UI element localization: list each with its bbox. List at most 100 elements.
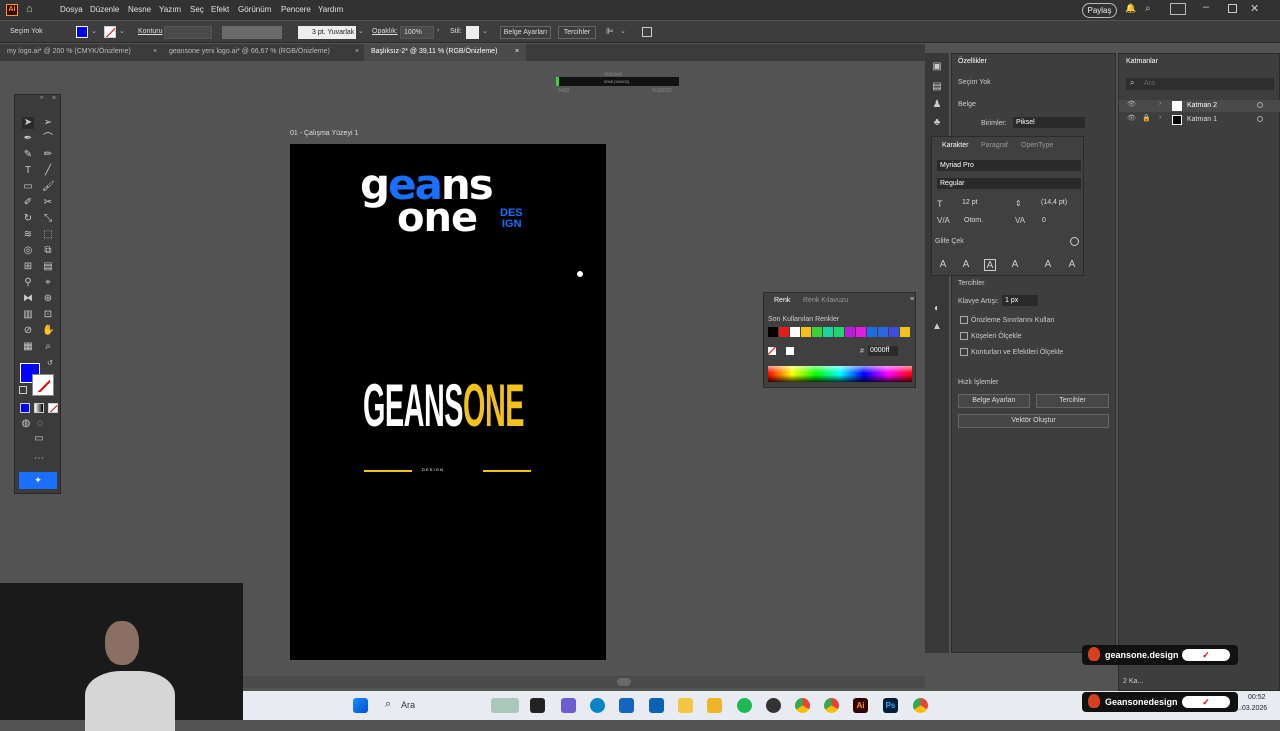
white-swatch[interactable] [786, 347, 794, 355]
vectorize-button[interactable]: Vektör Oluştur [958, 414, 1109, 428]
print-tiling-icon[interactable]: ▦ [22, 341, 34, 353]
notification-icon[interactable]: 🔔 [1125, 3, 1136, 14]
chevron-right-icon[interactable]: › [437, 27, 439, 34]
task-view-icon[interactable] [530, 698, 545, 713]
panel-title[interactable]: Özellikler [958, 58, 987, 65]
close-icon[interactable]: × [52, 95, 56, 102]
pen-tool-icon[interactable]: ✒ [22, 133, 34, 145]
chevron-down-icon[interactable]: ⌄ [119, 27, 125, 35]
snap-xheight-icon[interactable]: A [960, 259, 972, 271]
store-icon[interactable] [619, 698, 634, 713]
close-icon[interactable]: ✕ [1250, 2, 1259, 15]
maximize-icon[interactable] [1228, 4, 1237, 13]
clock-time[interactable]: 00:52 [1248, 694, 1266, 701]
chevron-right-icon[interactable]: › [1159, 114, 1161, 121]
libraries-icon[interactable]: ▤ [931, 81, 943, 93]
tab-color[interactable]: Renk [774, 297, 790, 304]
color-mode-icon[interactable] [20, 403, 30, 413]
recent-color-swatch[interactable] [845, 327, 855, 337]
lock-icon[interactable]: 🔒 [1142, 114, 1151, 122]
puppet-icon[interactable]: ♟ [931, 99, 943, 111]
search-icon[interactable]: ⌕ [1145, 3, 1151, 14]
pencil-tool-icon[interactable]: ✏ [42, 149, 54, 161]
tab-character[interactable]: Karakter [942, 142, 968, 149]
logo-geansone-primary[interactable]: geans one DES IGN [360, 164, 535, 244]
direct-selection-tool-icon[interactable]: ➢ [42, 117, 54, 129]
menu-help[interactable]: Yardım [318, 5, 343, 14]
free-transform-tool-icon[interactable]: ⬚ [42, 229, 54, 241]
spectrum-bar[interactable] [768, 366, 912, 382]
preferences-button[interactable]: Tercihler [1036, 394, 1109, 408]
more-tools-icon[interactable]: ⋯ [33, 453, 45, 465]
arrange-icon[interactable] [1170, 3, 1186, 15]
draw-mode-icon[interactable]: ◍ [20, 418, 32, 430]
hand-tool-icon[interactable]: ✋ [42, 325, 54, 337]
search-icon[interactable]: ⌕ [385, 698, 391, 711]
scroll-thumb[interactable] [617, 678, 631, 686]
tracking-input[interactable]: 0 [1042, 217, 1046, 224]
app-logo-icon[interactable]: Ai [6, 4, 18, 16]
paintbrush-tool-icon[interactable]: 🖌 [42, 181, 55, 193]
scale-corners-checkbox[interactable] [960, 332, 968, 340]
recent-color-swatch[interactable] [867, 327, 877, 337]
opacity-input[interactable]: 100% [400, 26, 434, 39]
share-button[interactable]: Paylaş [1082, 3, 1117, 18]
snap-baseline-icon[interactable]: A [937, 259, 949, 271]
menu-type[interactable]: Yazım [159, 5, 181, 14]
stroke-weight-stepper[interactable] [164, 26, 212, 39]
snap-bounds-icon[interactable]: A [984, 259, 996, 271]
app-icon[interactable] [766, 698, 781, 713]
font-size-input[interactable]: 12 pt [962, 199, 978, 206]
recent-color-swatch[interactable] [834, 327, 844, 337]
menu-object[interactable]: Nesne [128, 5, 151, 14]
chevron-down-icon[interactable]: ⌄ [358, 27, 364, 35]
tab-color-guide[interactable]: Renk Kılavuzu [803, 297, 848, 304]
scale-tool-icon[interactable]: ⤡ [42, 213, 54, 225]
recent-color-swatch[interactable] [801, 327, 811, 337]
spotify-icon[interactable] [737, 698, 752, 713]
layer-row[interactable]: 👁 🔒 › Katman 1 [1119, 114, 1280, 126]
fill-swatch[interactable] [76, 26, 88, 38]
variable-width-profile[interactable] [222, 26, 282, 39]
leading-input[interactable]: (14,4 pt) [1041, 199, 1067, 206]
minimize-icon[interactable]: – [1203, 1, 1209, 13]
perspective-tool-icon[interactable]: ⧉ [42, 245, 54, 257]
symbol-sprayer-tool-icon[interactable]: ⊛ [42, 293, 54, 305]
pen-variant-icon[interactable]: ✎ [22, 149, 34, 161]
stroke-label[interactable]: Konturu [138, 28, 163, 35]
swap-colors-icon[interactable]: ↺ [47, 359, 53, 367]
panel-collapse-icon[interactable]: » [40, 95, 43, 101]
style-swatch[interactable] [466, 26, 479, 39]
align-icon[interactable]: ⊫ [606, 26, 614, 37]
contextual-task-button[interactable]: ✦ [19, 472, 57, 489]
document-setup-button[interactable]: Belge Ayarları [500, 26, 551, 39]
edge-icon[interactable] [590, 698, 605, 713]
font-style-select[interactable]: Regular [937, 178, 1081, 189]
properties-icon[interactable]: ▣ [931, 61, 943, 73]
panel-menu-icon[interactable]: ≡ [910, 296, 914, 303]
copilot-icon[interactable] [561, 698, 576, 713]
shape-builder-tool-icon[interactable]: ◎ [22, 245, 34, 257]
warp-tool-icon[interactable]: ≋ [22, 229, 34, 241]
default-colors-icon[interactable] [19, 386, 27, 394]
stroke-swatch[interactable] [104, 26, 116, 38]
search-highlight-icon[interactable] [491, 698, 519, 713]
tab-opentype[interactable]: OpenType [1021, 142, 1053, 149]
folder-icon[interactable] [707, 698, 722, 713]
windows-start-icon[interactable] [353, 698, 368, 713]
type-tool-icon[interactable]: T [22, 165, 34, 177]
menu-view[interactable]: Görünüm [238, 5, 271, 14]
font-family-select[interactable]: Myriad Pro [937, 160, 1081, 171]
file-explorer-icon[interactable] [678, 698, 693, 713]
none-mode-icon[interactable] [48, 403, 58, 413]
target-icon[interactable] [1257, 102, 1263, 108]
layer-name[interactable]: Katman 1 [1187, 116, 1217, 123]
chevron-down-icon[interactable]: ⌄ [91, 27, 97, 35]
close-icon[interactable]: × [515, 48, 519, 55]
chevron-right-icon[interactable]: › [1159, 100, 1161, 107]
info-icon[interactable] [1070, 237, 1079, 246]
snap-proximity-icon[interactable]: A [1009, 259, 1021, 271]
none-swatch[interactable] [768, 347, 776, 355]
tab-paragraph[interactable]: Paragraf [981, 142, 1008, 149]
chevron-down-icon[interactable]: ⌄ [620, 27, 626, 35]
